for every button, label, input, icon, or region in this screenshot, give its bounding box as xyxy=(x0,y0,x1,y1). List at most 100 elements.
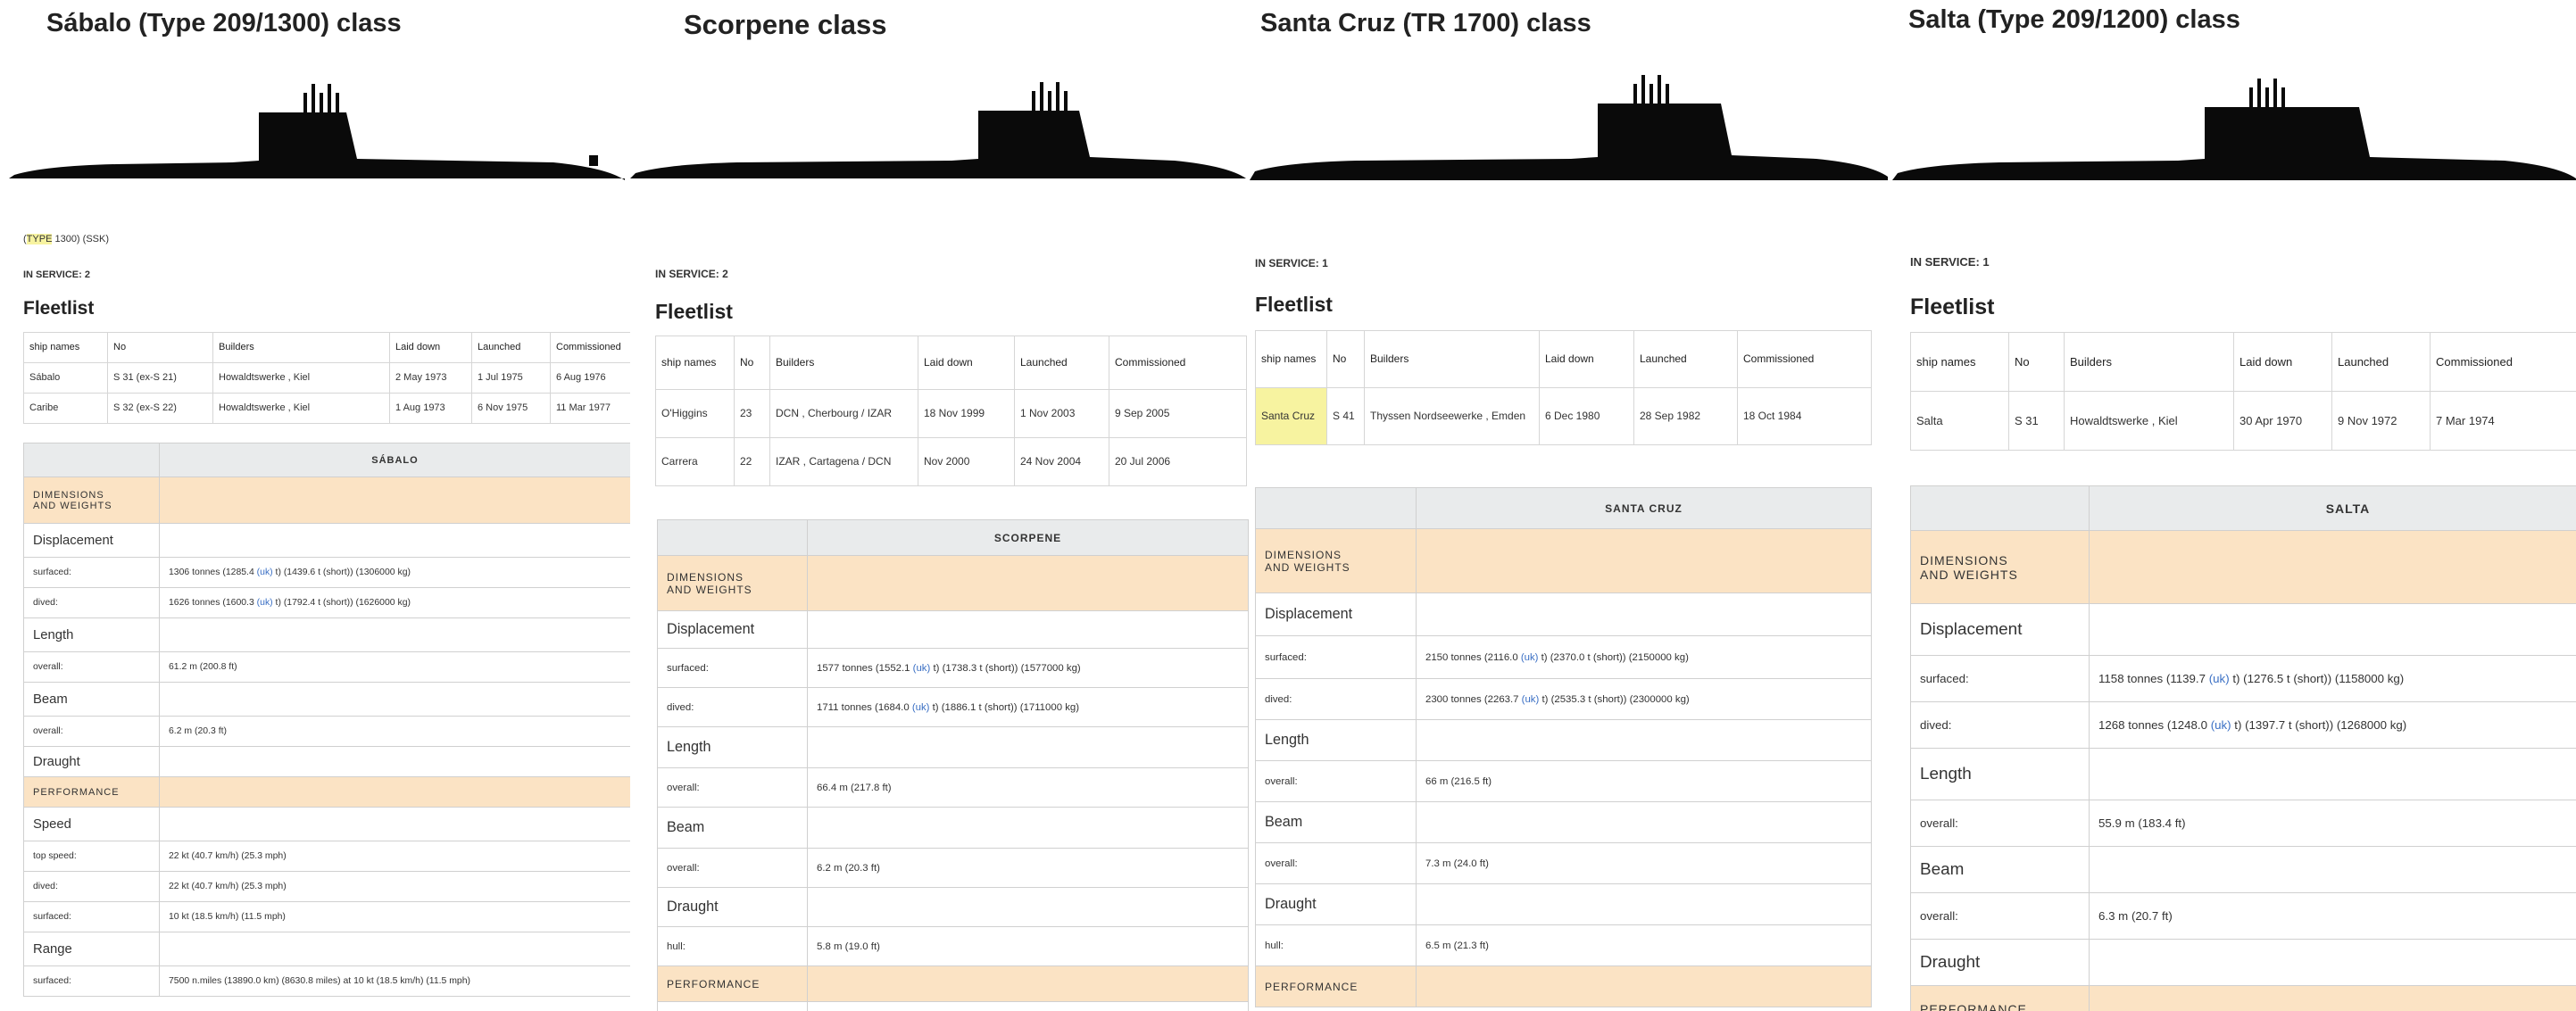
spec-value xyxy=(807,887,1249,927)
spec-row-label: hull: xyxy=(1255,924,1417,966)
spec-value xyxy=(1416,593,1872,636)
uk-tonnes-link[interactable]: (uk) xyxy=(257,598,273,608)
spec-value: 22 kt (40.7 km/h) (25.3 mph) xyxy=(159,841,630,872)
spec-row-label: surfaced: xyxy=(657,648,808,688)
spec-group-label: Beam xyxy=(1255,801,1417,843)
fleetlist-header-cell: Launched xyxy=(2331,332,2431,392)
spec-header-row: SALTA xyxy=(1910,485,2576,531)
spec-value: 1268 tonnes (1248.0 (uk) t) (1397.7 t (s… xyxy=(2089,701,2576,749)
uk-tonnes-link[interactable]: (uk) xyxy=(913,663,931,674)
spec-group-row: Draught xyxy=(23,746,630,777)
spec-row-label: dived: xyxy=(1255,678,1417,720)
fleetlist-cell: 6 Nov 1975 xyxy=(471,393,551,424)
spec-value-text: 6.2 m (20.3 ft) xyxy=(817,862,880,874)
spec-value-text: 1268 tonnes (1248.0 xyxy=(2098,718,2211,732)
fleetlist-header-cell: Builders xyxy=(212,332,390,363)
spec-section-row: PERFORMANCE xyxy=(657,965,1249,1002)
class-panel: Santa Cruz (TR 1700) class IN SERVICE: 1F… xyxy=(1250,0,1892,1011)
spec-value: 55.9 m (183.4 ft) xyxy=(2089,800,2576,847)
spec-value xyxy=(2089,530,2576,604)
fleetlist-header-cell: Launched xyxy=(1014,336,1109,390)
spec-group-label: Displacement xyxy=(23,523,160,558)
spec-value-row: surfaced: 2150 tonnes (2116.0 (uk) t) (23… xyxy=(1255,635,1872,679)
fleetlist-header-cell: Commissioned xyxy=(2430,332,2576,392)
spec-header-row: SCORPENE xyxy=(657,519,1249,556)
spec-value xyxy=(807,726,1249,768)
spec-value-text: 1306 tonnes (1285.4 xyxy=(169,568,257,577)
spec-group-label: Displacement xyxy=(1255,593,1417,636)
spec-value-text: 6.2 m (20.3 ft) xyxy=(169,726,227,736)
spec-value-text: t) (1439.6 t (short)) (1306000 kg) xyxy=(272,568,411,577)
fleetlist-heading: Fleetlist xyxy=(655,300,733,323)
fleetlist-heading: Fleetlist xyxy=(1255,293,1333,316)
spec-row-label: dived: xyxy=(657,687,808,727)
fleetlist-cell: 18 Nov 1999 xyxy=(918,389,1015,438)
spec-value-row: hull: 5.8 m (19.0 ft) xyxy=(657,926,1249,966)
spec-header-name: SANTA CRUZ xyxy=(1416,487,1872,529)
fleetlist-cell: IZAR , Cartagena / DCN xyxy=(769,437,918,486)
spec-group-row: Length xyxy=(1255,719,1872,761)
fleetlist-cell: 22 xyxy=(734,437,770,486)
fleetlist-header-cell: Laid down xyxy=(2233,332,2332,392)
spec-value xyxy=(159,682,630,717)
fleetlist-cell: Sábalo xyxy=(23,362,108,394)
spec-value: 5.8 m (19.0 ft) xyxy=(807,926,1249,966)
fleetlist-header-cell: No xyxy=(1326,330,1365,388)
spec-value: 2300 tonnes (2263.7 (uk) t) (2535.3 t (s… xyxy=(1416,678,1872,720)
spec-value-row: top speed: 22 kt (40.7 km/h) (25.3 mph) xyxy=(23,841,630,872)
spec-value-text: t) (1792.4 t (short)) (1626000 kg) xyxy=(272,598,411,608)
fleetlist-cell: 2 May 1973 xyxy=(389,362,472,394)
type-designation: (TYPE 1300) (SSK) xyxy=(23,234,109,244)
fleetlist-cell: Howaldtswerke , Kiel xyxy=(2064,391,2234,451)
in-service-count: IN SERVICE: 1 xyxy=(1910,255,1990,269)
spec-value: 2150 tonnes (2116.0 (uk) t) (2370.0 t (s… xyxy=(1416,635,1872,679)
spec-group-row: Displacement xyxy=(23,523,630,558)
fleetlist-header-cell: Launched xyxy=(1633,330,1738,388)
spec-value-text: 1158 tonnes (1139.7 xyxy=(2098,672,2209,685)
spec-row-label: overall: xyxy=(23,716,160,747)
spec-group-label: Range xyxy=(23,932,160,966)
spec-group-label: Speed xyxy=(657,1001,808,1011)
spec-group-row: Beam xyxy=(657,807,1249,849)
fleetlist-cell: Carrera xyxy=(655,437,735,486)
spec-value-text: 66 m (216.5 ft) xyxy=(1425,775,1492,787)
submarine-silhouette xyxy=(1250,75,1888,180)
uk-tonnes-link[interactable]: (uk) xyxy=(257,568,273,577)
spec-value xyxy=(2089,846,2576,893)
fleetlist-table: ship names No Builders Laid down Launched Com… xyxy=(1910,332,2576,451)
spec-value: 66.4 m (217.8 ft) xyxy=(807,767,1249,808)
spec-value-row: overall: 6.2 m (20.3 ft) xyxy=(23,716,630,747)
uk-tonnes-link[interactable]: (uk) xyxy=(1522,694,1540,705)
fleetlist-table: ship names No Builders Laid down Launched Com… xyxy=(1255,330,1872,445)
spec-row-label: overall: xyxy=(1255,760,1417,802)
spec-group-row: Length xyxy=(657,726,1249,768)
spec-section-row: DIMENSIONS AND WEIGHTS xyxy=(1255,528,1872,593)
spec-section-row: PERFORMANCE xyxy=(1910,985,2576,1011)
class-panel: Sábalo (Type 209/1300) class (TYPE 1300) … xyxy=(0,0,630,1011)
fleetlist-cell: 23 xyxy=(734,389,770,438)
spec-value-text: 1626 tonnes (1600.3 xyxy=(169,598,257,608)
spec-group-label: Draught xyxy=(1255,883,1417,925)
fleetlist-cell: S 31 (ex-S 21) xyxy=(107,362,213,394)
uk-tonnes-link[interactable]: (uk) xyxy=(2211,718,2231,732)
fleetlist-cell: 18 Oct 1984 xyxy=(1737,387,1872,445)
specifications-table: SÁBALO DIMENSIONS AND WEIGHTS Displacement… xyxy=(23,443,630,997)
spec-group-row: Length xyxy=(1910,748,2576,800)
uk-tonnes-link[interactable]: (uk) xyxy=(912,702,930,713)
fleetlist-table: ship names No Builders Laid down Launched Com… xyxy=(655,336,1247,486)
class-panel: Salta (Type 209/1200) class IN SERVICE: 1… xyxy=(1892,0,2576,1011)
uk-tonnes-link[interactable]: (uk) xyxy=(2209,672,2230,685)
spec-value: 6.3 m (20.7 ft) xyxy=(2089,892,2576,940)
uk-tonnes-link[interactable]: (uk) xyxy=(1521,652,1539,663)
fleetlist-header-cell: Laid down xyxy=(389,332,472,363)
spec-value-text: 61.2 m (200.8 ft) xyxy=(169,662,237,672)
fleetlist-row: Carrera 22 IZAR , Cartagena / DCN Nov 2000 2… xyxy=(655,437,1247,486)
fleetlist-cell: 6 Aug 1976 xyxy=(550,362,630,394)
spec-value-row: overall: 6.2 m (20.3 ft) xyxy=(657,848,1249,888)
fleetlist-header-cell: Launched xyxy=(471,332,551,363)
spec-row-label: overall: xyxy=(657,848,808,888)
in-service-count: IN SERVICE: 2 xyxy=(655,268,728,280)
spec-group-row: Draught xyxy=(1255,883,1872,925)
spec-group-row: Beam xyxy=(23,682,630,717)
fleetlist-cell: 7 Mar 1974 xyxy=(2430,391,2576,451)
